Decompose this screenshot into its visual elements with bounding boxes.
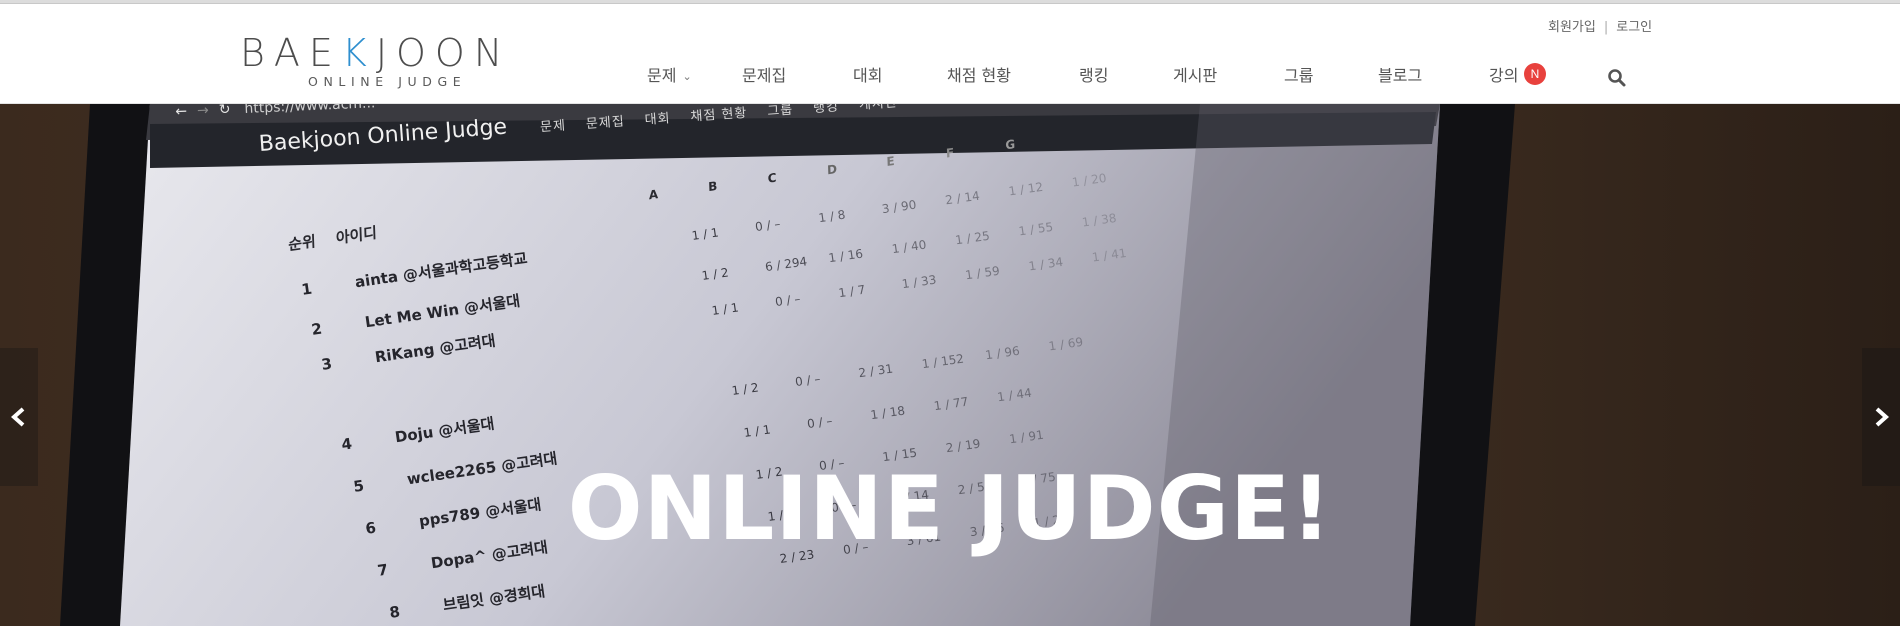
logo-wordmark: BAEKJOON	[240, 31, 512, 75]
new-badge: N	[1524, 63, 1546, 85]
site-logo[interactable]: BAEKJOON ONLINE JUDGE	[240, 30, 550, 90]
nav-item-lecture[interactable]: 강의	[1489, 63, 1518, 89]
nav-item-ranking[interactable]: 랭킹	[1079, 63, 1108, 89]
logo-subtitle: ONLINE JUDGE	[308, 74, 467, 89]
nav-item-problems[interactable]: 문제 ⌄	[647, 63, 692, 90]
signup-link[interactable]: 회원가입	[1548, 16, 1596, 35]
hero-carousel: ← → ↻ https://www.acm... Baekjoon Online Ju…	[0, 104, 1900, 626]
chevron-down-icon: ⌄	[682, 70, 692, 83]
utility-separator: |	[1603, 20, 1609, 35]
nav-item-contest[interactable]: 대회	[853, 63, 882, 89]
chevron-left-icon	[10, 407, 25, 427]
nav-item-status[interactable]: 채점 현황	[947, 63, 1011, 89]
chevron-right-icon	[1875, 407, 1890, 427]
carousel-prev-button[interactable]	[0, 348, 38, 486]
login-link[interactable]: 로그인	[1616, 16, 1652, 35]
carousel-next-button[interactable]	[1862, 348, 1900, 486]
forward-icon: →	[196, 104, 210, 120]
reload-icon: ↻	[218, 104, 231, 119]
nav-item-label: 문제	[647, 66, 677, 85]
utility-links: 회원가입 | 로그인	[1548, 16, 1652, 35]
back-icon: ←	[175, 104, 188, 120]
nav-item-board[interactable]: 게시판	[1173, 63, 1217, 89]
nav-item-group[interactable]: 그룹	[1284, 63, 1313, 89]
search-icon[interactable]	[1607, 68, 1627, 88]
hero-title: ONLINE JUDGE!	[567, 457, 1333, 560]
nav-item-blog[interactable]: 블로그	[1378, 63, 1422, 89]
nav-item-workbook[interactable]: 문제집	[742, 63, 786, 89]
